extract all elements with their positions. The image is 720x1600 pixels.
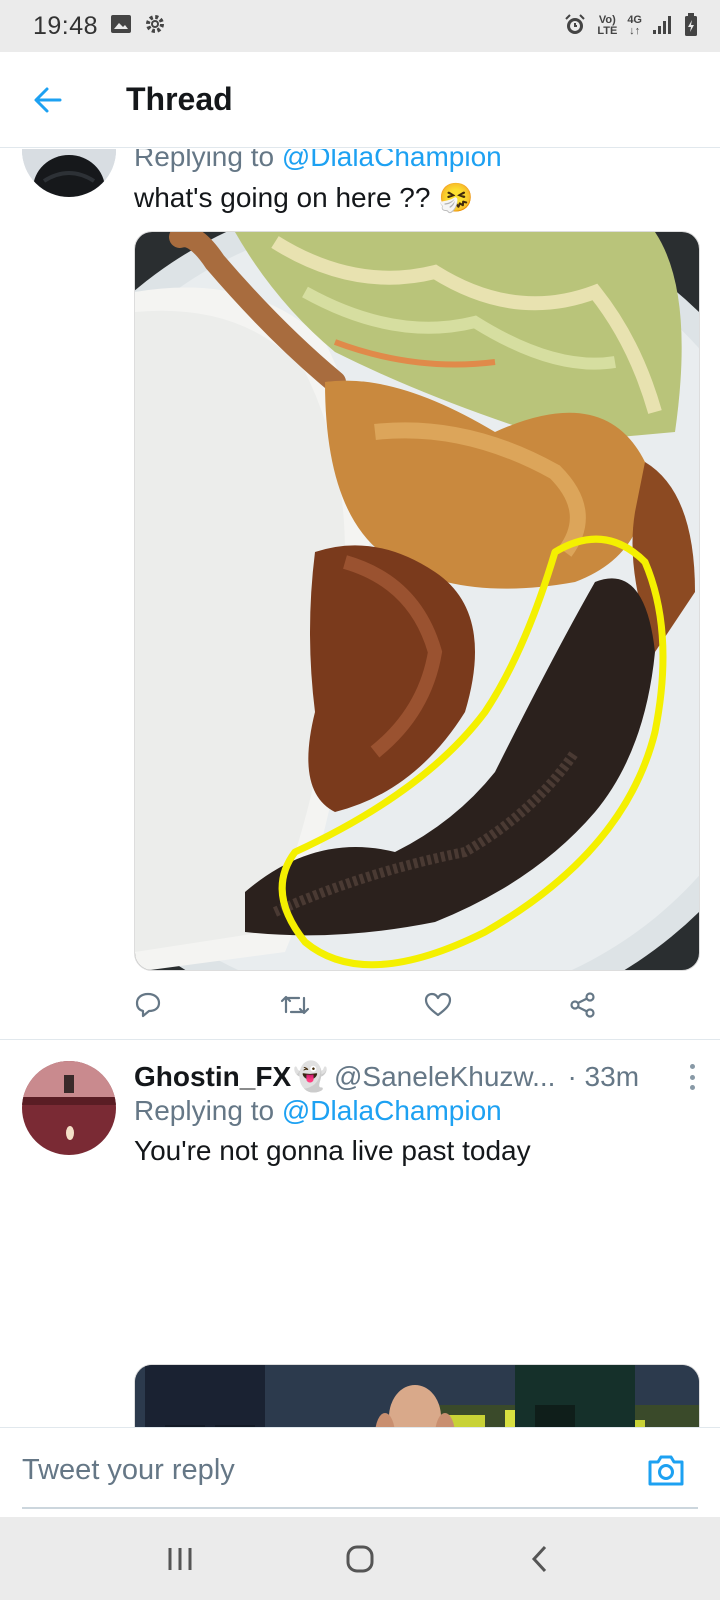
network-type-indicator: 4G ↓↑ xyxy=(627,14,642,37)
tweet-photo[interactable] xyxy=(134,1364,700,1427)
volte-indicator: Vo) LTE xyxy=(597,14,618,37)
clock: 19:48 xyxy=(33,11,99,40)
system-back-button[interactable] xyxy=(500,1529,580,1589)
alarm-icon xyxy=(563,13,587,40)
reply-button[interactable] xyxy=(134,985,279,1025)
sneezing-face-emoji: 🤧 xyxy=(438,182,474,213)
tweet-meta: Ghostin_FX 👻 @SaneleKhuzw... · 33m xyxy=(134,1060,700,1093)
user-handle[interactable]: @SaneleKhuzw... xyxy=(334,1061,555,1093)
recent-apps-button[interactable] xyxy=(140,1529,220,1589)
like-button[interactable] xyxy=(424,985,569,1025)
signal-icon xyxy=(652,15,674,38)
tweet-time: · 33m xyxy=(567,1060,640,1092)
dot xyxy=(689,1085,695,1090)
replying-to: Replying to @DlalaChampion xyxy=(134,1095,502,1126)
recent-apps-icon xyxy=(168,1547,192,1570)
retweet-button[interactable] xyxy=(279,985,424,1025)
reply-input-underline xyxy=(22,1507,698,1509)
system-navigation-bar xyxy=(0,1517,720,1600)
tweet[interactable]: Ghostin_FX 👻 @SaneleKhuzw... · 33m Reply… xyxy=(0,1040,720,1427)
reply-bar: Tweet your reply xyxy=(0,1427,720,1517)
replying-to: Replying to @DlalaChampion xyxy=(134,149,700,173)
thread-header: Thread xyxy=(0,52,720,148)
camera-button[interactable] xyxy=(646,1450,686,1490)
display-name[interactable]: Ghostin_FX xyxy=(134,1061,291,1093)
more-options-button[interactable] xyxy=(682,1062,702,1092)
back-button[interactable] xyxy=(0,52,96,148)
tweet-text: You're not gonna live past today xyxy=(134,1135,531,1166)
tweet[interactable]: Replying to @DlalaChampion what's going … xyxy=(0,149,720,1039)
avatar[interactable] xyxy=(22,149,116,197)
status-bar: 19:48 Vo) LTE 4G ↓↑ xyxy=(0,0,720,52)
image-icon xyxy=(110,14,132,39)
ghost-emoji: 👻 xyxy=(293,1061,328,1092)
thread-feed[interactable]: Replying to @DlalaChampion what's going … xyxy=(0,149,720,1427)
chevron-left-icon xyxy=(531,1545,547,1572)
avatar[interactable] xyxy=(22,1061,116,1155)
page-title: Thread xyxy=(126,81,233,117)
share-button[interactable] xyxy=(569,985,714,1025)
camera-icon xyxy=(648,1455,684,1486)
tweet-text: what's going on here ?? 🤧 xyxy=(134,181,474,214)
share-icon xyxy=(570,992,595,1018)
gear-icon xyxy=(144,13,166,40)
home-icon xyxy=(346,1545,374,1572)
tweet-photo[interactable] xyxy=(134,231,700,971)
heart-icon xyxy=(424,992,452,1017)
tweet-actions xyxy=(134,985,714,1025)
mention-link[interactable]: @DlalaChampion xyxy=(282,1095,502,1126)
arrow-left-icon xyxy=(34,87,62,112)
retweet-icon xyxy=(280,995,310,1015)
home-button[interactable] xyxy=(320,1529,400,1589)
battery-icon xyxy=(684,12,698,40)
dot xyxy=(689,1074,695,1080)
reply-icon xyxy=(135,992,161,1018)
mention-link[interactable]: @DlalaChampion xyxy=(282,149,502,172)
dot xyxy=(689,1064,695,1069)
reply-input[interactable]: Tweet your reply xyxy=(22,1454,235,1487)
